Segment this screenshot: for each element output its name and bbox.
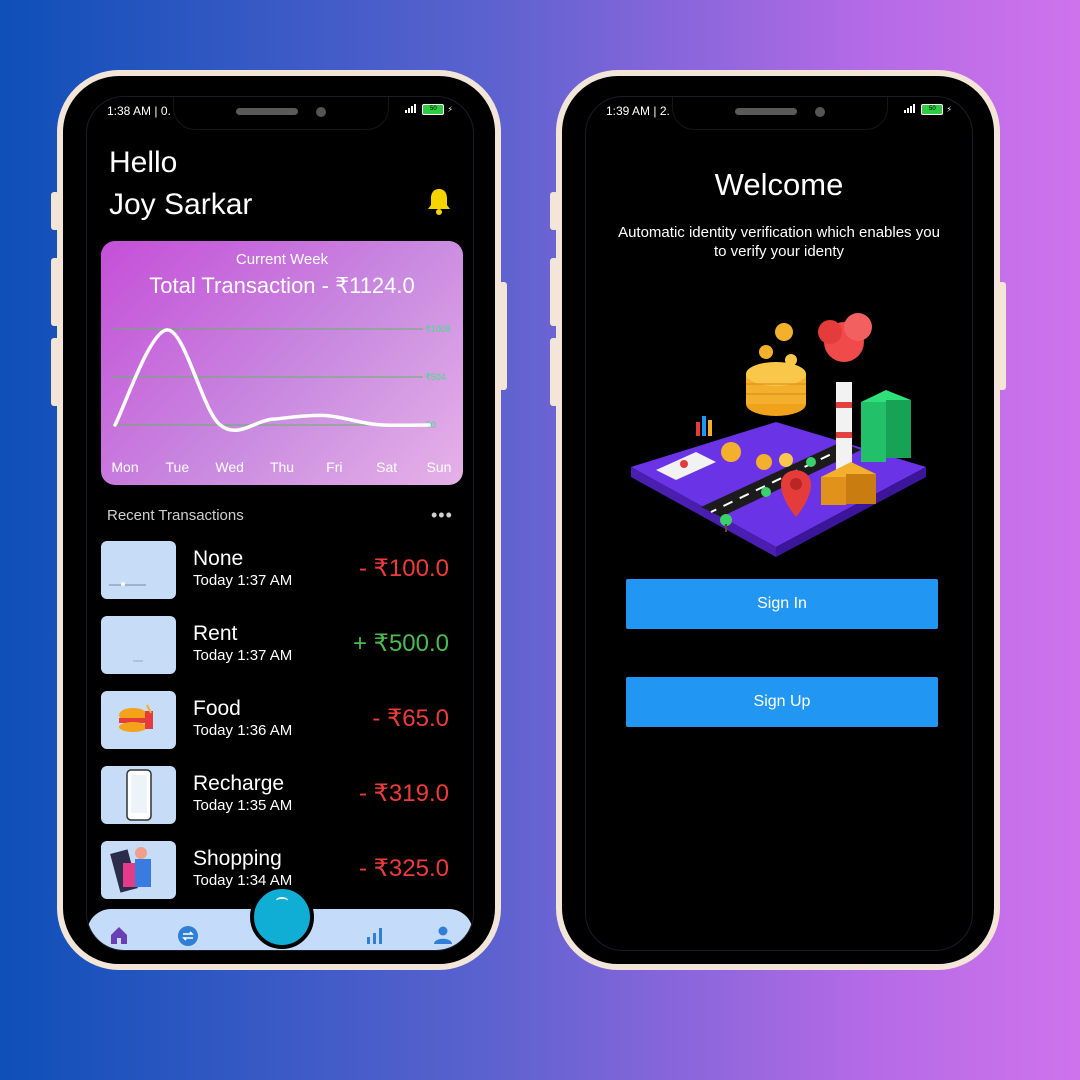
chart-y-tick-label: ₹1009 [425, 324, 451, 334]
weekly-chart-card: Current Week Total Transaction - ₹1124.0… [101, 241, 463, 485]
transactions-list: None Today 1:37 AM - ₹100.0 Rent Today 1:37 … [101, 541, 465, 916]
front-camera [815, 107, 825, 117]
transaction-row[interactable]: Recharge Today 1:35 AM - ₹319.0 [101, 766, 465, 841]
home-icon[interactable] [109, 925, 129, 950]
status-icons: 50 ⚡ [405, 104, 453, 115]
transaction-thumbnail [101, 766, 176, 824]
transaction-amount: - ₹325.0 [359, 855, 449, 882]
charging-icon: ⚡ [946, 105, 952, 114]
mute-switch [550, 192, 558, 230]
city-illustration [631, 313, 926, 557]
status-icons: 50 ⚡ [904, 104, 952, 115]
transaction-amount: + ₹500.0 [352, 630, 449, 657]
notch [173, 97, 389, 130]
volume-down-button [550, 338, 558, 406]
transaction-row[interactable]: Rent Today 1:37 AM + ₹500.0 [101, 616, 465, 691]
shopping-thumb-icon [110, 847, 151, 893]
recent-transactions-title: Recent Transactions [107, 507, 244, 524]
add-transaction-button[interactable] [250, 885, 314, 949]
transaction-time: Today 1:37 AM [193, 572, 293, 589]
welcome-subtitle: Automatic identity verification which en… [618, 224, 940, 260]
phone-frame-right: 1:39 AM | 2. 50 ⚡ Welcome Automatic iden… [550, 70, 1006, 970]
power-button [499, 282, 507, 390]
transaction-thumbnail [101, 616, 176, 674]
chart-x-tick-label: Mon [111, 459, 138, 475]
none-thumb-icon [109, 582, 146, 586]
add-icon [276, 897, 288, 904]
battery-icon: 50 [422, 104, 445, 115]
stats-icon[interactable] [365, 925, 385, 950]
speaker [236, 108, 298, 115]
signal-icon [405, 104, 419, 115]
greeting-hello: Hello [109, 146, 178, 179]
transaction-amount: - ₹100.0 [359, 555, 449, 582]
transaction-name: Food [193, 697, 241, 720]
transaction-time: Today 1:35 AM [193, 797, 293, 814]
transaction-amount: - ₹65.0 [372, 705, 449, 732]
transfer-icon[interactable] [177, 925, 199, 950]
line-chart: ₹1009₹504₹0Mon Tue Wed Thu Fri Sat Sun [111, 324, 452, 475]
transaction-time: Today 1:36 AM [193, 722, 293, 739]
chart-series-line [113, 328, 431, 432]
welcome-title: Welcome [714, 167, 844, 202]
front-camera [316, 107, 326, 117]
transaction-row[interactable]: Food Today 1:36 AM - ₹65.0 [101, 691, 465, 766]
phone-thumb-icon [126, 769, 152, 821]
volume-up-button [550, 258, 558, 326]
battery-icon: 50 [921, 104, 944, 115]
sign-up-button[interactable]: Sign Up [626, 677, 938, 727]
chart-x-tick-label: Sat [376, 459, 397, 475]
profile-icon[interactable] [433, 925, 453, 950]
speaker [735, 108, 797, 115]
notch [672, 97, 888, 130]
volume-up-button [51, 258, 59, 326]
chart-x-tick-label: Tue [166, 459, 190, 475]
chart-x-tick-label: Thu [270, 459, 294, 475]
bell-icon[interactable] [427, 187, 451, 220]
dashboard-screen: 1:38 AM | 0. 50 ⚡ Hello Joy Sarkar Curre… [86, 96, 474, 951]
signal-icon [904, 104, 918, 115]
transaction-amount: - ₹319.0 [359, 780, 449, 807]
transaction-name: Rent [193, 622, 238, 645]
transaction-row[interactable]: None Today 1:37 AM - ₹100.0 [101, 541, 465, 616]
phone-frame-left: 1:38 AM | 0. 50 ⚡ Hello Joy Sarkar Curre… [51, 70, 507, 970]
welcome-screen: 1:39 AM | 2. 50 ⚡ Welcome Automatic iden… [585, 96, 973, 951]
transaction-thumbnail [101, 691, 176, 749]
transaction-name: Recharge [193, 772, 285, 795]
status-time: 1:39 AM | 2. [606, 104, 670, 118]
mute-switch [51, 192, 59, 230]
volume-down-button [51, 338, 59, 406]
power-button [998, 282, 1006, 390]
sign-in-button[interactable]: Sign In [626, 579, 938, 629]
food-thumb-icon [119, 704, 153, 732]
status-time: 1:38 AM | 0. [107, 104, 171, 118]
greeting: Hello Joy Sarkar [109, 142, 252, 226]
charging-icon: ⚡ [447, 105, 453, 114]
transaction-time: Today 1:37 AM [193, 647, 293, 664]
transaction-thumbnail [101, 841, 176, 899]
chart-x-tick-label: Sun [427, 459, 452, 475]
transaction-name: Shopping [193, 847, 282, 870]
transaction-name: None [193, 547, 244, 570]
user-name: Joy Sarkar [109, 188, 253, 221]
more-icon[interactable]: ••• [431, 505, 453, 526]
transaction-thumbnail [101, 541, 176, 599]
chart-y-tick-label: ₹504 [425, 372, 446, 382]
rent-thumb-icon [133, 660, 143, 662]
chart-x-tick-label: Wed [215, 459, 244, 475]
chart-x-tick-label: Fri [326, 459, 342, 475]
